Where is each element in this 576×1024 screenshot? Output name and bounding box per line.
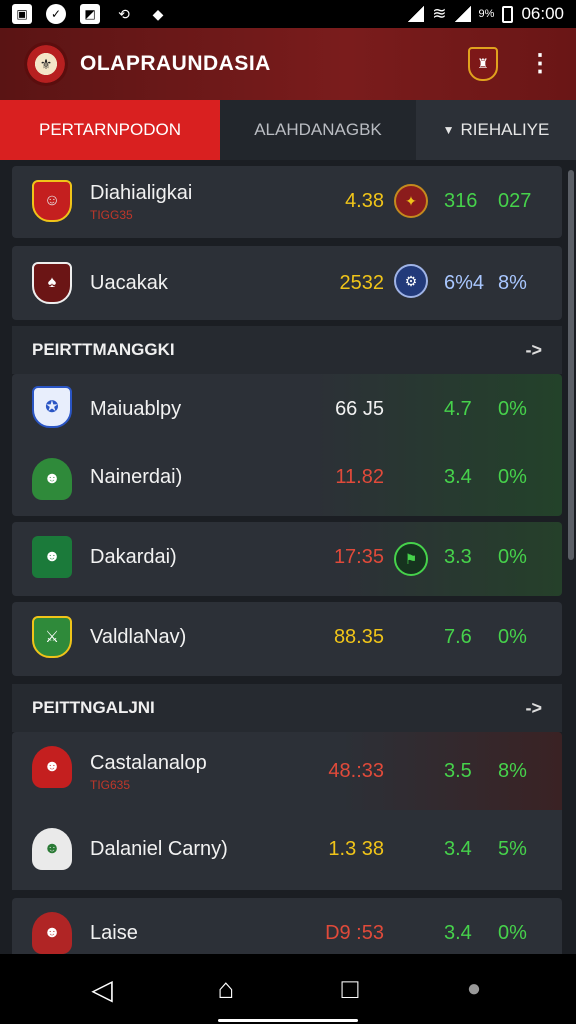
system-nav-bar: ◁ ⌂ □ ● — [0, 954, 576, 1024]
player-avatar: ☻ — [32, 536, 72, 578]
item-value: 4.38 — [345, 190, 384, 212]
player-avatar: ☻ — [32, 912, 72, 954]
item-name: Nainerdai) — [90, 466, 183, 488]
item-number: 3.4 — [444, 922, 472, 944]
item-number: 4.7 — [444, 398, 472, 420]
item-number: 3.3 — [444, 546, 472, 568]
recents-icon[interactable]: □ — [330, 969, 370, 1009]
app-title: OLAPRAUNDASIA — [80, 52, 271, 75]
list-item[interactable]: ☻ Laise D9 :53 3.4 0% — [12, 898, 562, 954]
item-name: ValdlaNav) — [90, 626, 187, 648]
item-number: 316 — [444, 190, 478, 212]
item-subtitle: TIGG35 — [90, 208, 133, 222]
list-item[interactable]: ✪ Maiuablpy 66 J5 4.7 0% — [12, 374, 562, 444]
item-value: 48.:33 — [328, 760, 384, 782]
item-name: Dakardai) — [90, 546, 177, 568]
battery-icon — [502, 5, 514, 23]
app-bar: ⚜ OLAPRAUNDASIA ♜ ⋮ — [0, 28, 576, 100]
item-subtitle: TIG635 — [90, 778, 131, 792]
crest-badge-icon: ⚙ — [394, 264, 428, 298]
home-icon[interactable]: ⌂ — [206, 969, 246, 1009]
item-number: 3.5 — [444, 760, 472, 782]
battery-percent: 9% — [478, 8, 495, 20]
item-value: 2532 — [339, 272, 385, 294]
wifi-icon: ≋ — [432, 4, 447, 23]
item-percent: 0% — [498, 922, 527, 944]
item-percent: 0% — [498, 626, 527, 648]
club-crest-icon: ☺ — [32, 180, 72, 222]
sync-icon: ⟲ — [118, 5, 130, 22]
list-item[interactable]: ♠ Uacakak 2532 ⚙ 6%4 8% — [12, 246, 562, 320]
item-percent: 0% — [498, 466, 527, 488]
player-avatar: ☻ — [32, 458, 72, 500]
player-avatar: ☻ — [32, 746, 72, 788]
signal-icon — [408, 6, 425, 22]
assistant-icon[interactable]: ● — [454, 969, 494, 1009]
item-percent: 5% — [498, 838, 527, 860]
tab-label: RIEHALIYE — [460, 120, 550, 139]
more-icon[interactable]: ⋮ — [528, 52, 552, 76]
list-item[interactable]: ☻ Castalanalop TIG635 48.:33 3.5 8% — [12, 732, 562, 810]
clock: 06:00 — [521, 4, 564, 23]
item-value: 66 J5 — [335, 398, 384, 420]
item-name: Dalaniel Carny) — [90, 838, 228, 860]
status-bar: ▣ ✓ ◩ ⟲ ◆ ≋ 9% 06:00 — [0, 0, 576, 28]
item-name: Uacakak — [90, 272, 168, 294]
tab-alahdanagbk[interactable]: ALAHDANAGBK — [220, 100, 416, 160]
item-number: 6%4 — [444, 272, 485, 294]
item-percent: 8% — [498, 760, 527, 782]
item-number: 3.4 — [444, 466, 472, 488]
item-value: 17:35 — [333, 546, 384, 568]
list-group: ✪ Maiuablpy 66 J5 4.7 0% ☻ Nainerdai) 11… — [12, 374, 562, 516]
section-title: PEITTNGALJNI — [32, 698, 155, 717]
item-percent: 8% — [498, 272, 527, 294]
section-title: PEIRTTMANGGKI — [32, 340, 175, 359]
item-name: Castalanalop — [90, 752, 207, 774]
whistle-icon: ⚑ — [394, 542, 428, 576]
club-crest-icon: ✪ — [32, 386, 72, 428]
section-header[interactable]: PEIRTTMANGGKI -> — [12, 326, 562, 374]
tab-pertarnpodon[interactable]: PERTARNPODON — [0, 100, 220, 160]
tab-riehaliye[interactable]: ▼ RIEHALIYE — [416, 100, 576, 160]
item-number: 7.6 — [444, 626, 472, 648]
item-number: 3.4 — [444, 838, 472, 860]
list-item[interactable]: ☻ Nainerdai) 11.82 3.4 0% — [12, 444, 562, 516]
list-item[interactable]: ⚔ ValdlaNav) 88.35 7.6 0% — [12, 602, 562, 676]
section-header[interactable]: PEITTNGALJNI -> — [12, 684, 562, 732]
list-item[interactable]: ☻ Dalaniel Carny) 1.3 38 3.4 5% — [12, 810, 562, 890]
check-icon: ✓ — [46, 4, 66, 24]
club-crest-icon: ⚔ — [32, 616, 72, 658]
item-name: Maiuablpy — [90, 398, 182, 420]
item-value: 88.35 — [333, 626, 384, 648]
item-percent: 027 — [498, 190, 532, 212]
match-list: ☺ Diahialigkai TIGG35 4.38 ✦ 316 027 ♠ U… — [0, 160, 576, 954]
item-name: Diahialigkai — [90, 182, 193, 204]
chevron-down-icon: ▼ — [442, 123, 455, 137]
notification-icon: ◩ — [80, 4, 100, 24]
item-value: 11.82 — [335, 466, 384, 488]
home-indicator[interactable] — [218, 1019, 358, 1022]
list-item[interactable]: ☻ Dakardai) 17:35 ⚑ 3.3 0% — [12, 522, 562, 596]
item-percent: 0% — [498, 398, 527, 420]
item-value: D9 :53 — [325, 922, 384, 944]
shield-icon[interactable]: ♜ — [468, 47, 498, 81]
image-icon: ▣ — [12, 4, 32, 24]
list-group: ☻ Castalanalop TIG635 48.:33 3.5 8% ☻ Da… — [12, 732, 562, 890]
player-avatar: ☻ — [32, 828, 72, 870]
item-value: 1.3 38 — [328, 838, 384, 860]
arrow-right-icon[interactable]: -> — [525, 340, 542, 361]
team-logo[interactable]: ⚜ — [24, 42, 68, 86]
item-percent: 0% — [498, 546, 527, 568]
crest-badge-icon: ✦ — [394, 184, 428, 218]
signal-icon-2 — [454, 6, 471, 22]
tab-bar: PERTARNPODON ALAHDANAGBK ▼ RIEHALIYE — [0, 100, 576, 160]
club-crest-icon: ♠ — [32, 262, 72, 304]
arrow-right-icon[interactable]: -> — [525, 698, 542, 719]
item-name: Laise — [90, 922, 138, 944]
back-icon[interactable]: ◁ — [82, 969, 122, 1009]
list-item[interactable]: ☺ Diahialigkai TIGG35 4.38 ✦ 316 027 — [12, 166, 562, 238]
location-icon: ◆ — [152, 5, 164, 22]
